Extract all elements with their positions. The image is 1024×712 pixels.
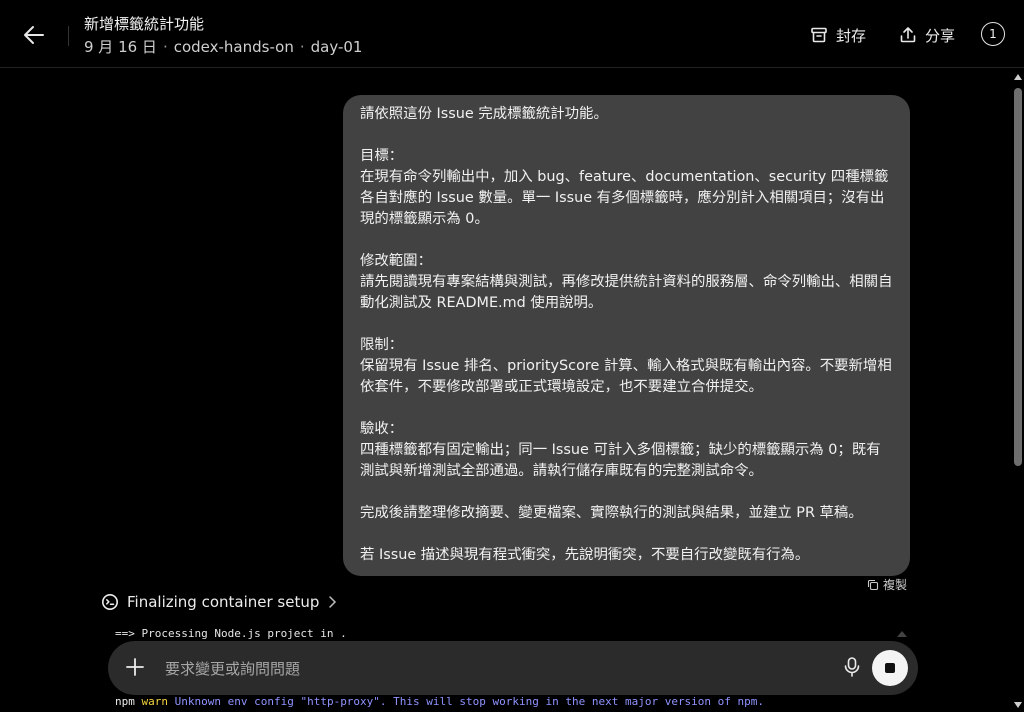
microphone-icon[interactable] bbox=[843, 656, 861, 678]
share-button[interactable]: 分享 bbox=[899, 22, 955, 48]
prompt-input[interactable] bbox=[163, 654, 827, 684]
meta-separator: · bbox=[162, 37, 168, 56]
composer bbox=[108, 641, 918, 695]
stop-button[interactable] bbox=[872, 650, 908, 686]
branch-name: day-01 bbox=[310, 37, 363, 56]
message-paragraph: 完成後請整理修改摘要、變更檔案、實際執行的測試與結果，並建立 PR 草稿。 bbox=[360, 505, 863, 521]
chevron-right-icon bbox=[329, 596, 337, 608]
task-date: 9 月 16 日 bbox=[84, 38, 157, 56]
message-paragraph: 請依照這份 Issue 完成標籤統計功能。 bbox=[360, 106, 608, 122]
scroll-up-caret-icon[interactable] bbox=[897, 631, 907, 637]
log-line: ==> Processing Node.js project in . bbox=[115, 627, 347, 640]
copy-icon bbox=[867, 579, 879, 590]
plus-icon[interactable] bbox=[124, 656, 146, 678]
status-row[interactable]: Finalizing container setup bbox=[101, 593, 337, 611]
archive-label: 封存 bbox=[836, 26, 867, 45]
repo-name: codex-hands-on bbox=[173, 37, 294, 56]
share-label: 分享 bbox=[925, 26, 956, 45]
terminal-status-icon bbox=[102, 594, 118, 610]
count-badge[interactable]: 1 bbox=[981, 22, 1005, 46]
share-icon bbox=[900, 27, 916, 43]
log-tool: npm bbox=[115, 695, 135, 708]
task-meta: 9 月 16 日 · codex-hands-on · day-01 bbox=[84, 36, 362, 57]
message-paragraph: 修改範圍： 請先閱讀現有專案結構與測試，再修改提供統計資料的服務層、命令列輸出、… bbox=[360, 253, 893, 311]
header-divider bbox=[68, 26, 69, 46]
copy-label: 複製 bbox=[883, 578, 908, 592]
back-button[interactable] bbox=[20, 22, 48, 48]
top-bar: 新增標籤統計功能 9 月 16 日 · codex-hands-on · day… bbox=[0, 0, 1024, 68]
task-title: 新增標籤統計功能 bbox=[84, 15, 205, 33]
status-label: Finalizing container setup bbox=[127, 593, 320, 611]
stop-icon bbox=[885, 663, 895, 673]
message-paragraph: 限制： 保留現有 Issue 排名、priorityScore 計算、輸入格式與… bbox=[360, 337, 892, 395]
scroll-up-arrow-icon[interactable] bbox=[1014, 74, 1022, 80]
archive-icon bbox=[811, 27, 827, 43]
arrow-left-icon bbox=[24, 26, 44, 44]
archive-button[interactable]: 封存 bbox=[810, 22, 866, 48]
log-message: Unknown env config "http-proxy". This wi… bbox=[174, 695, 765, 708]
user-message-bubble: 請依照這份 Issue 完成標籤統計功能。 目標： 在現有命令列輸出中，加入 b… bbox=[343, 95, 910, 576]
message-paragraph: 驗收： 四種標籤都有固定輸出；同一 Issue 可計入多個標籤；缺少的標籤顯示為… bbox=[360, 421, 881, 479]
scroll-down-arrow-icon[interactable] bbox=[1014, 702, 1022, 708]
scroll-thumb[interactable] bbox=[1014, 88, 1022, 466]
meta-separator: · bbox=[299, 37, 305, 56]
message-paragraph: 目標： 在現有命令列輸出中，加入 bug、feature、documentati… bbox=[360, 148, 889, 227]
message-paragraph: 若 Issue 描述與現有程式衝突，先說明衝突，不要自行改變既有行為。 bbox=[360, 547, 810, 563]
log-level: warn bbox=[141, 695, 169, 708]
copy-button[interactable]: 複製 bbox=[867, 576, 907, 593]
log-line-warning: npm warn Unknown env config "http-proxy"… bbox=[115, 695, 764, 708]
scrollbar[interactable] bbox=[1011, 72, 1024, 712]
